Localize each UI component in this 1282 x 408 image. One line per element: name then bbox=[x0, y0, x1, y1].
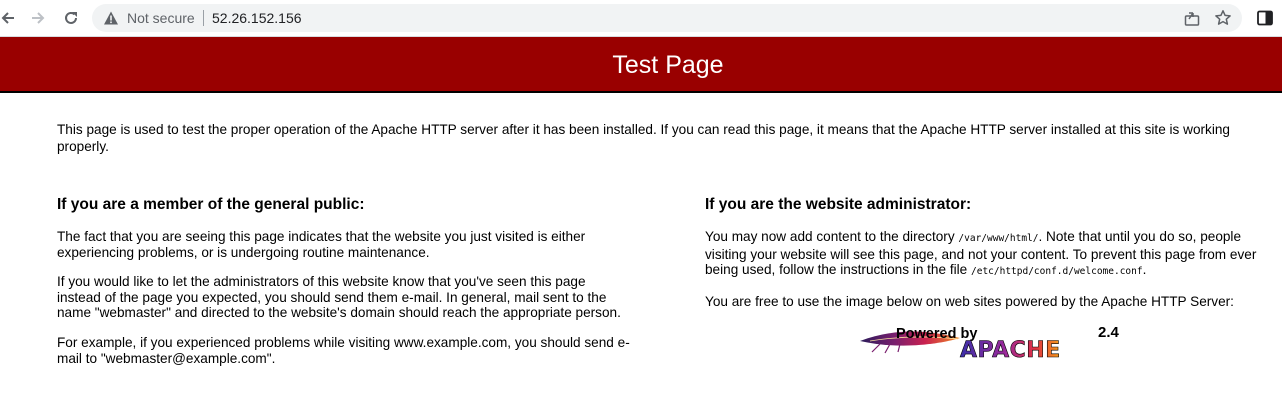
share-icon[interactable] bbox=[1183, 9, 1201, 27]
admin-section: If you are the website administrator: Yo… bbox=[705, 196, 1280, 323]
url-text[interactable]: 52.26.152.156 bbox=[212, 10, 302, 26]
back-arrow-icon bbox=[1, 12, 14, 24]
admin-paragraph-1: You may now add content to the directory… bbox=[705, 229, 1280, 280]
powered-by-apache-logo: Powered by 2.4 APACHE bbox=[860, 322, 1125, 363]
reload-button[interactable] bbox=[59, 6, 83, 30]
apache-feather-logo: Powered by 2.4 APACHE bbox=[860, 324, 1120, 363]
directory-path: /var/www/html/ bbox=[958, 233, 1039, 244]
forward-arrow-icon bbox=[32, 12, 45, 24]
admin-text-a: You may now add content to the directory bbox=[705, 229, 959, 244]
public-paragraph-2: If you would like to let the administrat… bbox=[57, 274, 621, 321]
version-label: 2.4 bbox=[1098, 324, 1120, 341]
reload-icon bbox=[65, 11, 77, 24]
page-title: Test Page bbox=[612, 51, 724, 79]
public-section: If you are a member of the general publi… bbox=[57, 196, 632, 380]
intro-text: This page is used to test the proper ope… bbox=[57, 122, 1230, 154]
omnibox-divider bbox=[203, 10, 204, 26]
admin-paragraph-2: You are free to use the image below on w… bbox=[705, 293, 1234, 309]
apache-wordmark: APACHE bbox=[960, 338, 1061, 360]
side-panel-icon[interactable] bbox=[1257, 10, 1273, 26]
back-button[interactable] bbox=[0, 6, 20, 30]
address-bar[interactable]: Not secure 52.26.152.156 bbox=[92, 4, 1242, 32]
public-paragraph-3: For example, if you experienced problems… bbox=[57, 334, 630, 366]
browser-toolbar: Not secure 52.26.152.156 bbox=[0, 0, 1282, 37]
public-heading: If you are a member of the general publi… bbox=[57, 196, 365, 213]
forward-button[interactable] bbox=[26, 6, 50, 30]
header-banner: Test Page bbox=[0, 37, 1282, 93]
bookmark-star-icon[interactable] bbox=[1214, 9, 1232, 27]
config-file-path: /etc/httpd/conf.d/welcome.conf bbox=[971, 266, 1143, 278]
public-paragraph-1: The fact that you are seeing this page i… bbox=[57, 229, 586, 260]
warning-icon[interactable] bbox=[103, 10, 119, 26]
security-status[interactable]: Not secure bbox=[127, 10, 195, 26]
admin-text-c: . bbox=[1142, 262, 1147, 278]
admin-heading: If you are the website administrator: bbox=[705, 196, 972, 213]
